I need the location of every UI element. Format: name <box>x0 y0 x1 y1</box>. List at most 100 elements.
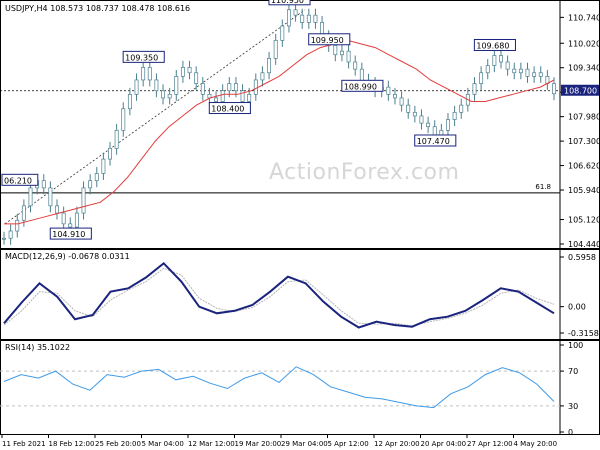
price-candle <box>359 68 364 81</box>
price-candle <box>479 72 484 84</box>
price-candle <box>446 119 450 131</box>
price-candle <box>525 68 530 77</box>
price-annotation-label: 104.910 <box>52 230 85 239</box>
price-candle <box>340 50 344 56</box>
price-candle <box>300 14 305 23</box>
price-candle <box>48 187 53 207</box>
macd-pane: 0.5958 0.00 -0.3158 MACD(12,26,9) -0.0678 … <box>0 249 600 340</box>
macd-tick-label: -0.3158 <box>568 329 599 338</box>
price-candle <box>499 55 503 63</box>
symbol-text: USDJPY,H4 <box>5 4 48 13</box>
price-annotation-label: 06.210 <box>4 176 32 185</box>
x-tick-label: 4 May 20:00 <box>514 440 558 448</box>
price-candle <box>233 83 238 92</box>
price-candle <box>127 93 132 110</box>
price-candle <box>286 9 291 27</box>
price-candle <box>485 65 490 74</box>
price-candle <box>280 25 285 41</box>
rsi-tick-label: 70 <box>568 367 578 376</box>
price-candle <box>88 180 93 189</box>
price-candle <box>114 129 119 149</box>
x-tick-label: 29 Mar 04:00 <box>281 440 328 448</box>
price-pane: 110.740110.020109.340108.660107.980107.3… <box>0 0 600 249</box>
price-candle <box>393 93 397 99</box>
price-candle <box>532 72 537 77</box>
price-candle <box>28 187 33 207</box>
current-price-label: 108.700 <box>564 87 597 96</box>
price-annotation-label: 110.950 <box>271 0 304 5</box>
price-candle <box>426 122 431 128</box>
price-candle <box>273 40 278 59</box>
x-tick-label: 12 Mar 12:00 <box>188 440 235 448</box>
x-tick-label: 25 Feb 20:00 <box>95 440 141 448</box>
price-candle <box>167 93 172 99</box>
pane-frame <box>0 0 600 249</box>
price-candle <box>293 9 298 16</box>
rsi-tick-label: 30 <box>568 402 578 411</box>
price-candle <box>419 115 424 124</box>
price-candle <box>141 67 146 81</box>
price-candle <box>247 93 252 102</box>
price-candle <box>260 72 265 81</box>
price-candle <box>512 68 517 74</box>
rsi-chart-svg: 100 70 30 0 <box>0 340 600 437</box>
price-candle <box>346 50 351 63</box>
price-candle <box>200 83 205 95</box>
price-annotation-label: 108.990 <box>344 82 377 91</box>
price-chart-svg: 110.740110.020109.340108.660107.980107.3… <box>0 0 600 249</box>
x-tick-label: 5 Mar 04:00 <box>142 440 184 448</box>
price-candle <box>194 72 199 84</box>
price-candle <box>94 173 99 182</box>
price-candle <box>68 223 73 228</box>
price-candle <box>134 79 139 95</box>
price-tick-label: 105.940 <box>568 186 600 195</box>
x-axis: 11 Feb 2021 18 Feb 12:00 25 Feb 20:00 5 Mar… <box>0 435 600 450</box>
price-candle <box>21 205 26 221</box>
price-candle <box>538 72 543 77</box>
price-candle <box>306 14 311 23</box>
price-candle <box>472 83 477 95</box>
price-tick-label: 110.020 <box>568 39 600 48</box>
price-candle <box>452 111 457 120</box>
price-candle <box>15 219 20 232</box>
macd-chart-svg: 0.5958 0.00 -0.3158 <box>0 249 600 340</box>
price-candle <box>412 111 417 117</box>
price-candle <box>41 180 46 189</box>
price-candle <box>180 67 185 77</box>
watermark: ActionForex.com <box>269 160 460 185</box>
price-candle <box>227 83 232 92</box>
rsi-line <box>3 366 555 409</box>
price-annotation-label: 107.470 <box>417 137 450 146</box>
rsi-label: RSI(14) 35.1022 <box>5 343 71 352</box>
price-tick-label: 107.980 <box>568 113 600 122</box>
price-candle <box>147 67 152 81</box>
price-candle <box>174 76 179 95</box>
price-candle <box>505 61 510 70</box>
price-candle <box>61 212 66 225</box>
price-candle <box>214 97 218 102</box>
price-candle <box>187 67 192 74</box>
price-candle <box>267 58 272 74</box>
price-tick-label: 106.620 <box>568 162 600 171</box>
price-candle <box>552 83 556 95</box>
fib-618-label: 61.8 <box>535 183 551 191</box>
x-tick-label: 12 Apr 20:00 <box>374 440 420 448</box>
price-candle <box>55 205 59 214</box>
price-tick-label: 104.440 <box>568 240 600 249</box>
price-candle <box>399 97 404 106</box>
price-candle <box>121 108 126 131</box>
x-tick-label: 19 Mar 20:00 <box>235 440 282 448</box>
price-candle <box>253 79 258 95</box>
price-annotation-label: 108.400 <box>211 105 244 114</box>
x-tick-label: 20 Apr 04:00 <box>421 440 467 448</box>
price-candle <box>353 61 358 70</box>
macd-tick-label: 0.5958 <box>568 253 596 262</box>
price-candle <box>220 90 225 102</box>
pane-frame <box>0 249 600 340</box>
x-tick-label: 27 Apr 12:00 <box>467 440 513 448</box>
rsi-tick-label: 0 <box>568 428 573 435</box>
symbol-label: USDJPY,H4 108.573 108.737 108.478 108.61… <box>5 4 190 13</box>
chart-root: 110.740110.020109.340108.660107.980107.3… <box>0 0 600 450</box>
price-candle <box>2 237 6 240</box>
price-candle <box>8 230 13 239</box>
